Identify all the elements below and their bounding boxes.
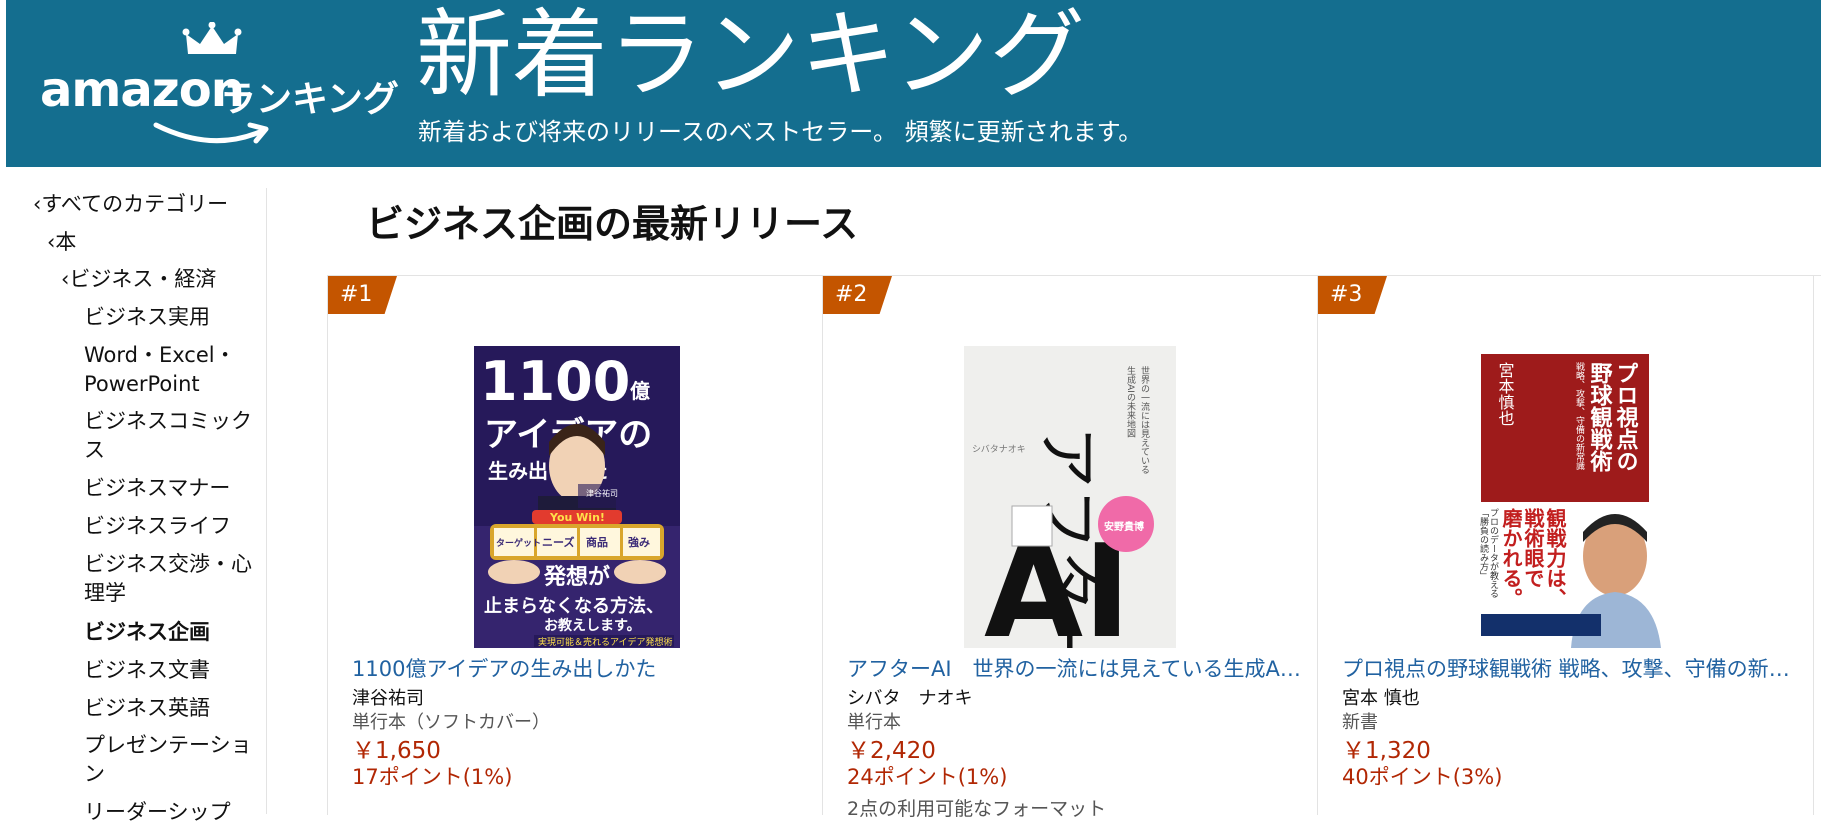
cover-text: 世界の一流には見えている: [1139, 365, 1150, 474]
page-title: 新着ランキング: [416, 0, 1086, 111]
product-price[interactable]: ￥2,420: [847, 731, 936, 765]
cover-text: お教えします。: [544, 617, 641, 634]
sidebar-item-books[interactable]: ‹本: [47, 228, 76, 257]
sidebar-item-business-english[interactable]: ビジネス英語: [84, 694, 259, 723]
available-formats-link[interactable]: 2点の利用可能なフォーマット: [847, 794, 1106, 821]
book-cover-1100-ideas[interactable]: 1100 億 アイデアの 生み出しかた 津谷祐司 You Win! ターゲット …: [474, 346, 680, 648]
sidebar-item-business-documents[interactable]: ビジネス文書: [84, 656, 259, 685]
sidebar-item-business-planning[interactable]: ビジネス企画: [84, 618, 259, 647]
cover-text: 実現可能＆売れるアイデア発想術: [538, 636, 673, 648]
product-title-link[interactable]: 1100億アイデアの生み出しかた: [352, 653, 812, 683]
cover-text: 安野貴博: [1104, 520, 1144, 533]
cover-text: 野球観戦術: [1587, 362, 1614, 473]
slot-reel-label: 強み: [628, 535, 650, 549]
cover-text: 発想が: [543, 564, 610, 590]
cover-text: プロのデータが教える: [1488, 508, 1499, 598]
sidebar-item-business-life[interactable]: ビジネスライフ: [84, 512, 259, 541]
logo-subtitle: ランキング: [220, 79, 399, 120]
product-card-3: #3 プロ視点の 野球観戦術 戦略、攻撃、守備の新常識 宮本慎也 観戦力は、 戦…: [1317, 276, 1814, 815]
cover-text: 津谷祐司: [586, 488, 618, 498]
product-author: 宮本 慎也: [1342, 688, 1420, 709]
rank-badge: #1: [328, 276, 397, 314]
product-points: 40ポイント(3%): [1342, 765, 1503, 789]
sidebar-item-office-apps[interactable]: Word・Excel・PowerPoint: [84, 341, 259, 399]
cover-text: 観戦力は、: [1543, 507, 1567, 608]
product-title-link[interactable]: アフターAI 世界の一流には見えている生成AIの未来地図: [847, 653, 1307, 683]
header-banner: amazon ランキング 新着ランキング 新着および将来のリリースのベストセラー…: [6, 0, 1821, 167]
sidebar-item-all-categories[interactable]: ‹すべてのカテゴリー: [33, 190, 228, 219]
product-grid: #1 1100 億 アイデアの 生み出しかた 津谷祐司 You Win! ターゲ…: [327, 275, 1821, 820]
book-cover-after-ai[interactable]: アフター AI 世界の一流には見えている 生成AIの未来地図 シバタナオキ 安野…: [964, 346, 1176, 648]
slot-reel-label: 商品: [586, 535, 608, 549]
cover-text: 戦術眼で: [1521, 507, 1545, 588]
section-title: ビジネス企画の最新リリース: [366, 202, 859, 246]
sidebar-item-business-manners[interactable]: ビジネスマナー: [84, 474, 259, 503]
product-price[interactable]: ￥1,320: [1342, 731, 1431, 765]
sidebar-item-leadership[interactable]: リーダーシップ: [84, 798, 259, 827]
cover-text: 1100: [480, 350, 630, 413]
sidebar-item-business-comics[interactable]: ビジネスコミックス: [84, 407, 259, 465]
cover-text: You Win!: [549, 511, 605, 524]
cover-text: 億: [630, 379, 650, 403]
rank-badge: #2: [823, 276, 892, 314]
book-cover-baseball[interactable]: プロ視点の 野球観戦術 戦略、攻撃、守備の新常識 宮本慎也 観戦力は、 戦術眼で…: [1475, 346, 1661, 648]
category-sidebar: ‹すべてのカテゴリー ‹本 ‹ビジネス・経済 ビジネス実用 Word・Excel…: [6, 188, 267, 824]
product-card-1: #1 1100 億 アイデアの 生み出しかた 津谷祐司 You Win! ターゲ…: [327, 276, 823, 815]
sidebar-item-business-economics[interactable]: ‹ビジネス・経済: [61, 265, 216, 294]
product-author: シバタ ナオキ: [847, 688, 973, 709]
slot-reel-label: ニーズ: [542, 535, 574, 549]
slot-reel-label: ターゲット: [496, 537, 541, 549]
rank-badge: #3: [1318, 276, 1387, 314]
product-author: 津谷祐司: [352, 688, 424, 709]
cover-text: 「勝負の読み方」: [1478, 508, 1489, 580]
logo-word: amazon: [40, 62, 245, 118]
sidebar-item-business-practical[interactable]: ビジネス実用: [84, 303, 259, 332]
cover-text: プロ視点の: [1613, 362, 1639, 472]
amazon-ranking-logo[interactable]: amazon ランキング: [32, 22, 399, 152]
crown-icon: [182, 22, 242, 54]
cover-text: 宮本慎也: [1496, 362, 1515, 426]
cover-text: シバタナオキ: [972, 444, 1026, 455]
cover-text: 生成AIの未来地図: [1125, 365, 1136, 439]
cover-text: 戦略、攻撃、守備の新常識: [1574, 361, 1585, 471]
page-subtitle: 新着および将来のリリースのベストセラー。 頻繁に更新されます。: [418, 118, 1143, 146]
cover-text: 磨かれる。: [1499, 507, 1523, 608]
product-title-link[interactable]: プロ視点の野球観戦術 戦略、攻撃、守備の新常識: [1342, 653, 1802, 683]
product-points: 24ポイント(1%): [847, 765, 1008, 789]
sidebar-item-negotiation-psychology[interactable]: ビジネス交渉・心理学: [84, 550, 259, 608]
product-price[interactable]: ￥1,650: [352, 731, 441, 765]
product-points: 17ポイント(1%): [352, 765, 513, 789]
smile-arrow-icon: [153, 122, 269, 144]
product-card-2: #2 アフター AI 世界の一流には見えている 生成AIの未来地図 シバタナオキ…: [822, 276, 1318, 820]
sidebar-item-presentation[interactable]: プレゼンテーション: [84, 731, 259, 789]
cover-text: 止まらなくなる方法、: [484, 595, 664, 617]
